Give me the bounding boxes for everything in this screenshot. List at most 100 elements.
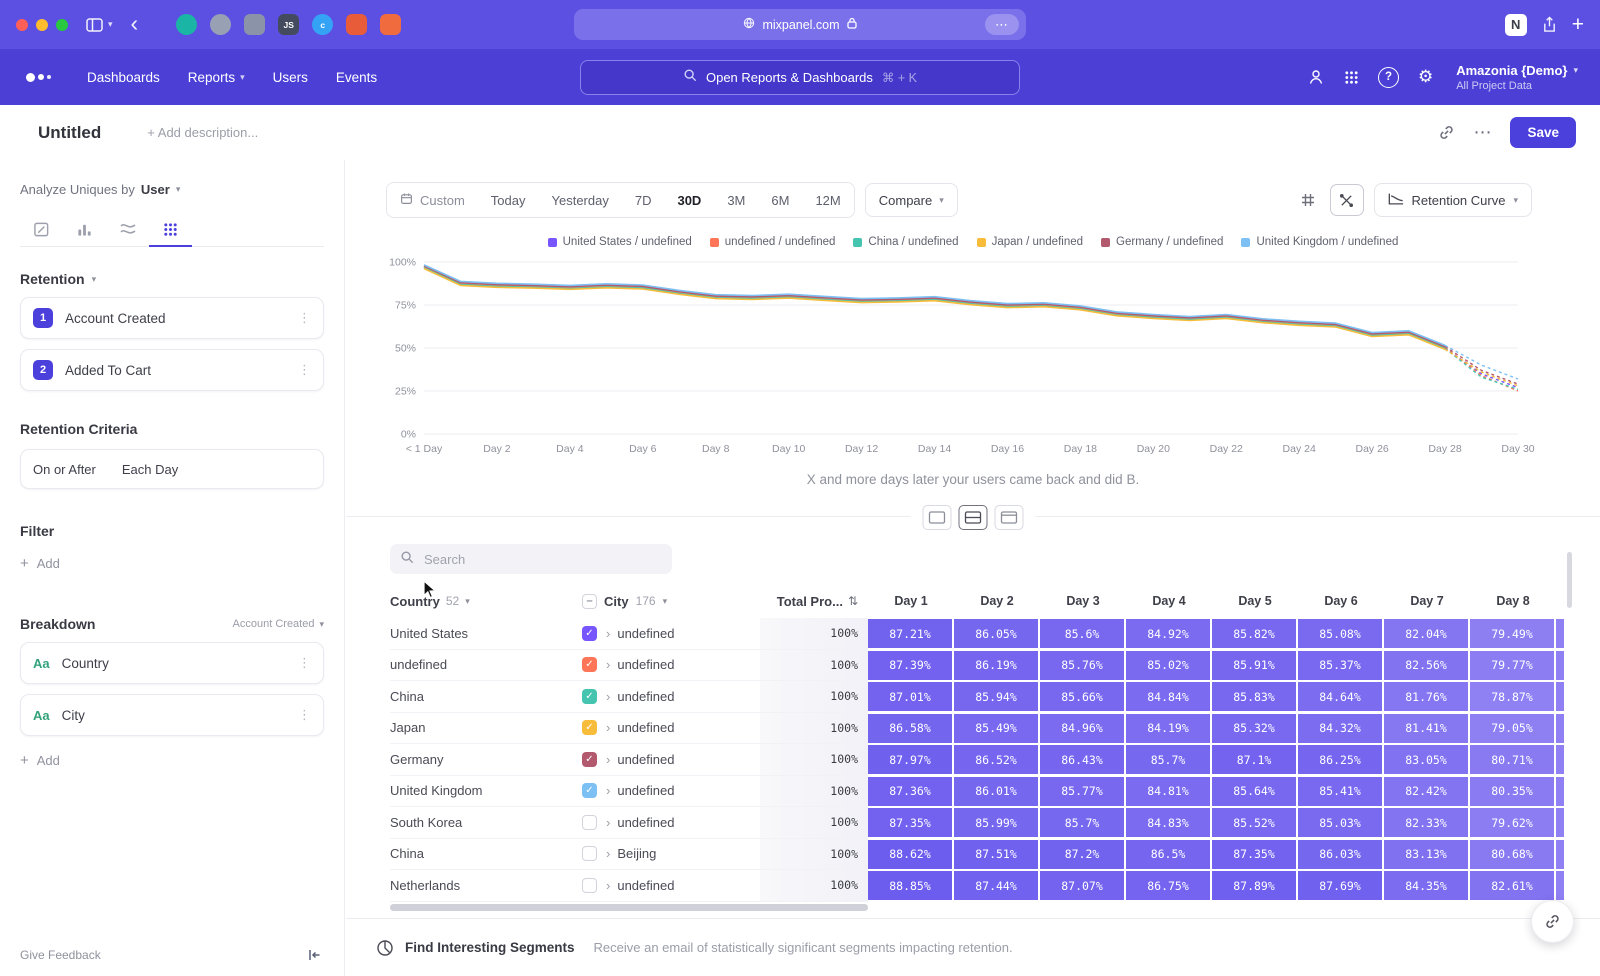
retention-value-cell[interactable]: 85.66%	[1040, 682, 1124, 711]
extension-cube-icon[interactable]	[244, 14, 265, 35]
back-button[interactable]: ‹	[131, 12, 139, 35]
breakdown-card[interactable]: AaCountry⋮	[20, 642, 324, 684]
tab-funnels[interactable]	[63, 213, 106, 245]
view-chart-only-button[interactable]	[923, 505, 952, 530]
kebab-menu-icon[interactable]: ⋮	[298, 707, 311, 723]
cell-country[interactable]: China	[390, 689, 582, 704]
tab-flows[interactable]	[106, 213, 149, 245]
retention-value-cell[interactable]: 82.42%	[1384, 777, 1468, 806]
retention-value-cell[interactable]: 84.81%	[1126, 777, 1210, 806]
kebab-menu-icon[interactable]: ⋮	[298, 310, 311, 326]
tab-insights[interactable]	[20, 213, 63, 245]
chevron-right-icon[interactable]: ›	[606, 752, 610, 767]
column-header-day[interactable]: Day 8	[1470, 594, 1556, 608]
retention-value-cell[interactable]: 85.91%	[1212, 651, 1296, 680]
nav-item-events[interactable]: Events	[322, 70, 391, 85]
cell-city[interactable]: ›Beijing	[582, 846, 760, 861]
retention-value-cell[interactable]: 85.64%	[1212, 777, 1296, 806]
segments-title[interactable]: Find Interesting Segments	[405, 940, 575, 955]
horizontal-scrollbar[interactable]	[390, 904, 868, 911]
row-checkbox[interactable]: ✓	[582, 783, 597, 798]
legend-item[interactable]: Germany / undefined	[1101, 236, 1223, 248]
extension-orange-icon[interactable]	[346, 14, 367, 35]
governance-icon[interactable]	[1307, 68, 1325, 86]
share-icon[interactable]	[1542, 16, 1557, 33]
extension-teal-icon[interactable]	[176, 14, 197, 35]
retention-value-cell[interactable]: 83.05%	[1384, 745, 1468, 774]
view-split-button[interactable]	[959, 505, 988, 530]
apps-grid-icon[interactable]	[1344, 70, 1359, 85]
retention-value-cell[interactable]: 85.6%	[1040, 619, 1124, 648]
retention-value-cell[interactable]: 87.07%	[1040, 871, 1124, 900]
retention-value-cell[interactable]: 80.68%	[1470, 840, 1554, 869]
retention-value-cell[interactable]: 85.37%	[1298, 651, 1382, 680]
retention-value-cell[interactable]: 86.01%	[954, 777, 1038, 806]
table-search-input[interactable]	[422, 551, 662, 568]
column-header-day[interactable]: Day 5	[1212, 594, 1298, 608]
chevron-right-icon[interactable]: ›	[606, 815, 610, 830]
retention-value-cell[interactable]: 86.43%	[1040, 745, 1124, 774]
retention-value-cell[interactable]: 87.35%	[1212, 840, 1296, 869]
retention-value-cell[interactable]: 81.41%	[1384, 714, 1468, 743]
retention-value-cell[interactable]: 86.03%	[1298, 840, 1382, 869]
row-checkbox[interactable]	[582, 846, 597, 861]
date-range-today[interactable]: Today	[478, 183, 539, 217]
chevron-right-icon[interactable]: ›	[606, 878, 610, 893]
retention-value-cell[interactable]: 85.7%	[1126, 745, 1210, 774]
legend-item[interactable]: undefined / undefined	[710, 236, 836, 248]
breakdown-context-selector[interactable]: Account Created ▾	[233, 618, 324, 630]
retention-value-cell[interactable]: 84.96%	[1040, 714, 1124, 743]
retention-value-cell[interactable]: 85.82%	[1212, 619, 1296, 648]
retention-value-cell[interactable]: 85.83%	[1212, 682, 1296, 711]
date-range-30d[interactable]: 30D	[664, 183, 714, 217]
minimize-window-button[interactable]	[36, 19, 48, 31]
share-link-fab[interactable]	[1531, 900, 1574, 943]
chevron-right-icon[interactable]: ›	[606, 783, 610, 798]
column-header-day[interactable]: Day 4	[1126, 594, 1212, 608]
gear-icon[interactable]: ⚙	[1418, 67, 1433, 87]
retention-value-cell[interactable]: 87.1%	[1212, 745, 1296, 774]
retention-value-cell[interactable]: 82.04%	[1384, 619, 1468, 648]
retention-value-cell[interactable]: 85.99%	[954, 808, 1038, 837]
add-description-link[interactable]: + Add description...	[147, 125, 258, 140]
mixpanel-logo[interactable]	[26, 73, 51, 82]
cell-country[interactable]: United States	[390, 626, 582, 641]
retention-value-cell[interactable]: 87.35%	[868, 808, 952, 837]
row-checkbox[interactable]: ✓	[582, 720, 597, 735]
retention-value-cell[interactable]: 79.49%	[1470, 619, 1554, 648]
retention-value-cell[interactable]: 87.44%	[954, 871, 1038, 900]
project-switcher[interactable]: Amazonia {Demo}▾ All Project Data	[1456, 63, 1578, 92]
retention-value-cell[interactable]: 85.52%	[1212, 808, 1296, 837]
column-header-country[interactable]: Country 52 ▾	[390, 594, 582, 609]
retention-value-cell[interactable]: 81.76%	[1384, 682, 1468, 711]
cell-city[interactable]: ✓›undefined	[582, 752, 760, 767]
retention-value-cell[interactable]: 82.33%	[1384, 808, 1468, 837]
retention-step-card[interactable]: 2Added To Cart⋮	[20, 349, 324, 391]
criteria-interval[interactable]: Each Day	[122, 462, 178, 477]
retention-value-cell[interactable]: 87.01%	[868, 682, 952, 711]
chevron-right-icon[interactable]: ›	[606, 657, 610, 672]
row-checkbox[interactable]: ✓	[582, 689, 597, 704]
retention-value-cell[interactable]: 86.5%	[1126, 840, 1210, 869]
legend-item[interactable]: Japan / undefined	[977, 236, 1083, 248]
extension-blue-icon[interactable]: c	[312, 14, 333, 35]
breakdown-card[interactable]: AaCity⋮	[20, 694, 324, 736]
copy-link-icon[interactable]	[1438, 124, 1455, 141]
zoom-window-button[interactable]	[56, 19, 68, 31]
retention-value-cell[interactable]: 86.58%	[868, 714, 952, 743]
cell-city[interactable]: ✓›undefined	[582, 720, 760, 735]
extension-gray-icon[interactable]	[210, 14, 231, 35]
chevron-right-icon[interactable]: ›	[606, 626, 610, 641]
column-header-day[interactable]: Day 7	[1384, 594, 1470, 608]
retention-value-cell[interactable]: 84.35%	[1384, 871, 1468, 900]
chevron-down-icon[interactable]: ▾	[108, 19, 113, 30]
select-all-checkbox[interactable]: –	[582, 594, 597, 609]
close-window-button[interactable]	[16, 19, 28, 31]
retention-value-cell[interactable]: 85.03%	[1298, 808, 1382, 837]
column-header-day[interactable]: Day 6	[1298, 594, 1384, 608]
sort-icon[interactable]: ⇅	[848, 594, 858, 608]
retention-step-card[interactable]: 1Account Created⋮	[20, 297, 324, 339]
retention-value-cell[interactable]: 86.75%	[1126, 871, 1210, 900]
date-range-7d[interactable]: 7D	[622, 183, 665, 217]
legend-item[interactable]: United States / undefined	[548, 236, 692, 248]
